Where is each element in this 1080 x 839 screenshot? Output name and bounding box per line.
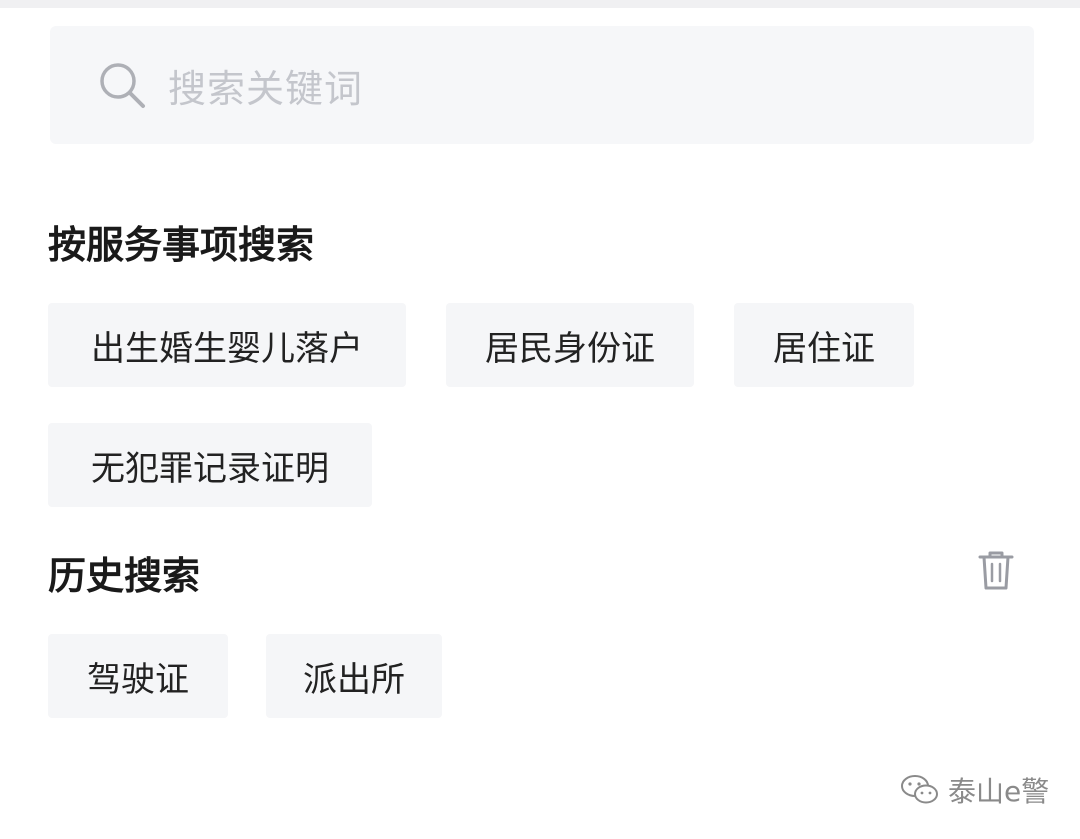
top-divider [0, 0, 1080, 8]
watermark: 泰山e警 [900, 770, 1049, 810]
history-tag-police-station[interactable]: 派出所 [266, 634, 442, 718]
service-tag-no-criminal-record[interactable]: 无犯罪记录证明 [48, 423, 372, 507]
search-input[interactable]: 搜索关键词 [50, 26, 1034, 144]
search-placeholder: 搜索关键词 [168, 66, 364, 111]
watermark-text: 泰山e警 [948, 775, 1050, 808]
wechat-icon [901, 775, 938, 804]
section-title-services: 按服务事项搜索 [48, 223, 315, 267]
history-tag-driver-license[interactable]: 驾驶证 [48, 634, 228, 718]
section-title-history: 历史搜索 [48, 554, 201, 598]
service-tag-id-card[interactable]: 居民身份证 [446, 303, 694, 387]
service-tag-birth-registration[interactable]: 出生婚生婴儿落户 [48, 303, 406, 387]
service-tag-residence-permit[interactable]: 居住证 [734, 303, 914, 387]
trash-icon[interactable] [976, 548, 1016, 592]
search-icon [100, 63, 145, 108]
